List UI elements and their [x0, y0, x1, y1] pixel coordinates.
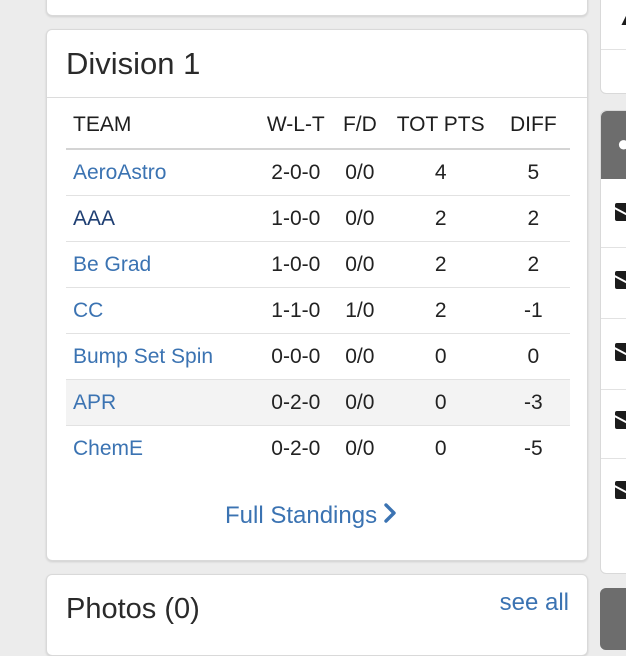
- cell-tot-pts: 2: [384, 241, 497, 288]
- team-link-apr[interactable]: APR: [73, 391, 116, 414]
- division-standings-card: Division 1 TEAM W-L-T F/D TOT PTS DIFF A…: [46, 29, 588, 561]
- full-standings-label: Full Standings: [225, 502, 378, 529]
- cell-diff: 2: [496, 195, 570, 242]
- col-header-tot-pts: TOT PTS: [384, 102, 497, 150]
- standings-table: TEAM W-L-T F/D TOT PTS DIFF AeroAstro 2-…: [66, 102, 570, 471]
- cell-fd: 0/0: [345, 436, 375, 460]
- cell-tot-pts: 0: [434, 436, 447, 460]
- cell-fd: 1/0: [335, 287, 385, 334]
- cell-fd: 0/0: [335, 195, 385, 242]
- team-link-bump-set-spin[interactable]: Bump Set Spin: [73, 345, 213, 368]
- col-header-diff: DIFF: [496, 102, 570, 150]
- sidebar-divider: [601, 458, 626, 459]
- sidebar-card-bottom: [600, 588, 626, 650]
- table-row: CC 1-1-0 1/0 2 -1: [66, 287, 570, 334]
- previous-card: [46, 0, 588, 16]
- team-link-aaa[interactable]: AAA: [73, 207, 115, 230]
- cell-wlt: 1-0-0: [256, 241, 336, 288]
- cell-wlt: 1-1-0: [256, 287, 336, 334]
- cell-fd: 0/0: [335, 149, 385, 196]
- table-row: Bump Set Spin 0-0-0 0/0 0 0: [66, 333, 570, 380]
- user-icon: ●: [617, 131, 626, 156]
- team-link-aeroastro[interactable]: AeroAstro: [73, 161, 166, 184]
- cell-wlt: 0-2-0: [271, 436, 321, 460]
- cell-diff: 5: [496, 149, 570, 196]
- team-link-cheme[interactable]: ChemE: [73, 437, 143, 460]
- up-arrow-icon: ▲: [617, 5, 626, 31]
- col-header-wlt: W-L-T: [256, 102, 336, 150]
- col-header-team: TEAM: [66, 102, 257, 150]
- envelope-icon[interactable]: [615, 343, 626, 361]
- envelope-icon[interactable]: [615, 203, 626, 221]
- sidebar-divider: [601, 318, 626, 319]
- cell-wlt: 1-0-0: [256, 195, 336, 242]
- cell-diff: 2: [496, 241, 570, 288]
- col-header-fd: F/D: [335, 102, 385, 150]
- cell-wlt: 0-2-0: [256, 379, 336, 426]
- table-row: ChemE 0-2-0 0/0 0 -5: [66, 426, 570, 472]
- cell-tot-pts: 0: [384, 379, 497, 426]
- cell-fd: 0/0: [335, 241, 385, 288]
- table-row: Be Grad 1-0-0 0/0 2 2: [66, 241, 570, 288]
- team-link-cc[interactable]: CC: [73, 299, 103, 322]
- division-title: Division 1: [66, 46, 201, 81]
- cell-wlt: 0-0-0: [256, 333, 336, 380]
- sidebar-header: ●: [601, 111, 626, 179]
- sidebar-divider: [601, 49, 626, 50]
- photos-card: Photos (0) see all: [46, 574, 588, 656]
- cell-diff: -5: [524, 436, 543, 460]
- cell-tot-pts: 4: [384, 149, 497, 196]
- sidebar-divider: [601, 389, 626, 390]
- cell-wlt: 2-0-0: [256, 149, 336, 196]
- envelope-icon[interactable]: [615, 411, 626, 429]
- cell-fd: 0/0: [335, 333, 385, 380]
- team-link-be-grad[interactable]: Be Grad: [73, 253, 151, 276]
- cell-tot-pts: 2: [384, 287, 497, 334]
- sidebar-card-top: ▲: [600, 0, 626, 94]
- sidebar-messages-card: ●: [600, 110, 626, 574]
- title-divider: [47, 97, 587, 98]
- envelope-icon[interactable]: [615, 271, 626, 289]
- photos-title: Photos (0): [66, 593, 200, 625]
- cell-tot-pts: 2: [384, 195, 497, 242]
- envelope-icon[interactable]: [615, 481, 626, 499]
- cell-diff: -1: [496, 287, 570, 334]
- table-row: AeroAstro 2-0-0 0/0 4 5: [66, 149, 570, 196]
- see-all-photos-link[interactable]: see all: [500, 589, 569, 617]
- cell-diff: 0: [496, 333, 570, 380]
- cell-diff: -3: [496, 379, 570, 426]
- full-standings-link[interactable]: Full Standings: [225, 502, 397, 530]
- table-row-highlighted: APR 0-2-0 0/0 0 -3: [66, 379, 570, 426]
- table-header-row: TEAM W-L-T F/D TOT PTS DIFF: [66, 102, 570, 150]
- sidebar-divider: [601, 247, 626, 248]
- table-row: AAA 1-0-0 0/0 2 2: [66, 195, 570, 242]
- cell-tot-pts: 0: [384, 333, 497, 380]
- chevron-right-icon: [383, 502, 397, 530]
- cell-fd: 0/0: [335, 379, 385, 426]
